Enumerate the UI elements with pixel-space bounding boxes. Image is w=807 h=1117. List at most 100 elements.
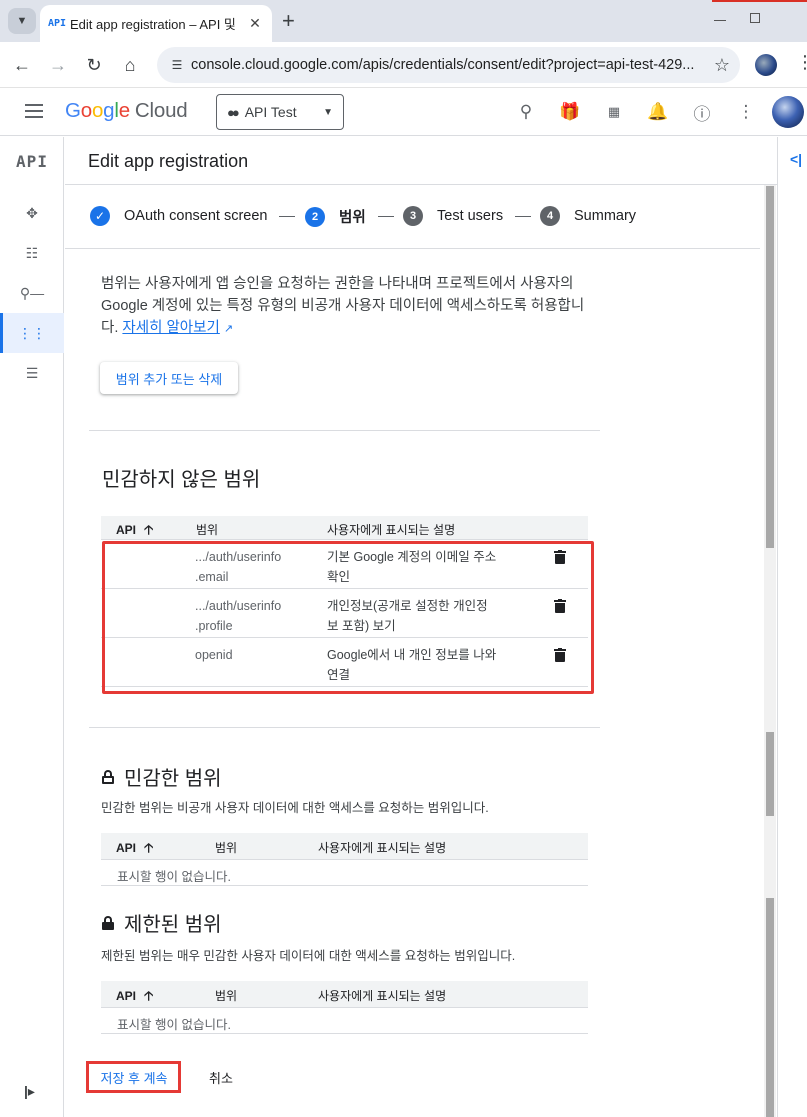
scope-text: .email	[195, 570, 229, 584]
notifications-icon[interactable]: 🔔	[646, 100, 670, 124]
console-header: Google Cloud ●● API Test ▼ ⚲ 🎁 ▦ 🔔 ⓘ ⋮	[0, 88, 807, 136]
step-separator	[378, 216, 394, 217]
table-row: openid Google에서 내 개인 정보를 나와 연결	[101, 638, 588, 687]
scope-cell: .../auth/userinfo .email	[195, 547, 281, 587]
site-info-icon[interactable]: ☰	[157, 58, 191, 72]
page-usage-icon[interactable]: ☰	[0, 353, 64, 393]
step-label: Test users	[437, 208, 504, 224]
divider	[89, 727, 600, 728]
scope-cell: .../auth/userinfo .profile	[195, 596, 281, 636]
scope-text: openid	[195, 648, 233, 662]
stepper: ✓ OAuth consent screen 2 범위 3 Test users…	[65, 185, 760, 249]
arrow-up-icon: 🡡	[144, 840, 154, 855]
scrollbar-thumb[interactable]	[766, 898, 774, 1117]
lock-icon	[102, 915, 114, 930]
close-icon[interactable]: ✕	[246, 15, 264, 32]
scrollbar-thumb[interactable]	[766, 732, 774, 816]
forward-icon[interactable]: →	[44, 51, 72, 79]
arrow-up-icon: 🡡	[144, 988, 154, 1003]
step-label: Summary	[574, 208, 637, 224]
non-sensitive-scopes-table: API 🡡 범위 사용자에게 표시되는 설명 .../auth/userinfo.…	[101, 516, 588, 687]
column-header-description: 사용자에게 표시되는 설명	[318, 989, 447, 1003]
dashboard-icon[interactable]: ✥	[0, 193, 64, 233]
new-tab-icon[interactable]: +	[282, 8, 295, 34]
tab-title: Edit app registration – API 및	[70, 17, 236, 32]
column-header-scope: 범위	[196, 523, 219, 537]
profile-avatar[interactable]	[755, 54, 777, 76]
cancel-button[interactable]: 취소	[196, 1065, 246, 1089]
minimize-icon[interactable]	[714, 20, 726, 21]
maximize-icon[interactable]	[750, 13, 760, 23]
step-oauth-consent[interactable]: ✓ OAuth consent screen	[90, 206, 267, 226]
gift-icon[interactable]: 🎁	[558, 100, 582, 124]
restricted-scopes-table: API 🡡 범위 사용자에게 표시되는 설명 표시할 행이 없습니다.	[101, 981, 588, 1034]
description-cell: 개인정보(공개로 설정한 개인정 보 포함) 보기	[327, 596, 488, 636]
description-cell: 기본 Google 계정의 이메일 주소 확인	[327, 547, 496, 587]
description-text: 기본 Google 계정의 이메일 주소	[327, 550, 497, 564]
page-title: Edit app registration	[88, 151, 249, 171]
chevron-down-icon: ▼	[323, 106, 333, 118]
panel-collapse-icon[interactable]: <|	[790, 151, 802, 167]
delete-icon[interactable]	[554, 648, 566, 662]
scope-text: .profile	[195, 619, 233, 633]
logo-letter: o	[80, 99, 92, 122]
project-icon: ●●	[227, 104, 240, 120]
add-remove-scopes-button[interactable]: 범위 추가 또는 삭제	[100, 362, 238, 394]
column-label: API	[116, 989, 137, 1003]
step-separator	[515, 216, 531, 217]
avatar[interactable]	[772, 96, 804, 128]
home-icon[interactable]: ⌂	[116, 51, 144, 79]
browser-toolbar: ← → ↻ ⌂ ☰ console.cloud.google.com/apis/…	[0, 42, 807, 88]
search-icon[interactable]: ⚲	[514, 100, 538, 124]
expand-rail-icon[interactable]: |▸	[24, 1083, 35, 1100]
help-icon[interactable]: ⓘ	[690, 100, 714, 124]
description-text: 개인정보(공개로 설정한 개인정	[327, 599, 488, 613]
step-number: 2	[305, 206, 325, 227]
non-sensitive-scopes-title: 민감하지 않은 범위	[102, 463, 260, 492]
step-scopes[interactable]: 2 범위	[305, 206, 366, 227]
column-header-api[interactable]: API 🡡	[116, 839, 153, 861]
scrollbar-thumb[interactable]	[766, 186, 774, 548]
scopes-intro: 범위는 사용자에게 앱 승인을 요청하는 권한을 나타내며 프로젝트에서 사용자…	[101, 273, 593, 340]
kebab-menu-icon[interactable]: ⋮	[796, 52, 807, 73]
column-header-api[interactable]: API 🡡	[116, 987, 153, 1009]
tab-search-icon[interactable]: ▼	[8, 8, 36, 34]
step-number: 4	[540, 206, 560, 226]
column-header-description: 사용자에게 표시되는 설명	[327, 523, 456, 537]
section-title-text: 제한된 범위	[124, 914, 222, 936]
left-nav-rail: API ✥ ☷ ⚲— ⋮⋮ ☰ |▸	[0, 137, 64, 1117]
step-test-users[interactable]: 3 Test users	[403, 206, 503, 226]
learn-more-link[interactable]: 자세히 알아보기	[122, 320, 219, 336]
oauth-consent-icon[interactable]: ⋮⋮	[0, 313, 64, 353]
delete-icon[interactable]	[554, 599, 566, 613]
column-label: API	[116, 841, 137, 855]
logo-letter: g	[103, 99, 115, 122]
step-number: 3	[403, 206, 423, 226]
credentials-key-icon[interactable]: ⚲—	[0, 273, 64, 313]
project-picker[interactable]: ●● API Test ▼	[216, 94, 344, 130]
reload-icon[interactable]: ↻	[80, 51, 108, 79]
google-cloud-logo[interactable]: Google Cloud	[65, 99, 188, 123]
browser-tab[interactable]: API Edit app registration – API 및 ✕	[40, 5, 272, 42]
step-summary[interactable]: 4 Summary	[540, 206, 636, 226]
right-side-panel: <|	[777, 137, 807, 1117]
project-name: API Test	[244, 104, 297, 120]
table-row: .../auth/userinfo .profile 개인정보(공개로 설정한 개…	[101, 589, 588, 638]
table-header: API 🡡 범위 사용자에게 표시되는 설명	[101, 981, 588, 1008]
step-label: OAuth consent screen	[124, 208, 268, 224]
table-header: API 🡡 범위 사용자에게 표시되는 설명	[101, 516, 588, 540]
description-text: Google에서 내 개인 정보를 나와	[327, 648, 497, 662]
library-icon[interactable]: ☷	[0, 233, 64, 273]
menu-icon[interactable]	[22, 100, 46, 124]
save-and-continue-button[interactable]: 저장 후 계속	[92, 1065, 176, 1089]
lock-open-icon	[102, 769, 114, 784]
bookmark-star-icon[interactable]: ☆	[704, 55, 740, 76]
restricted-scopes-description: 제한된 범위는 매우 민감한 사용자 데이터에 대한 액세스를 요청하는 범위입…	[101, 949, 516, 963]
delete-icon[interactable]	[554, 550, 566, 564]
more-vert-icon[interactable]: ⋮	[734, 100, 758, 124]
address-bar[interactable]: ☰ console.cloud.google.com/apis/credenti…	[157, 47, 740, 83]
column-header-scope: 범위	[215, 841, 238, 855]
api-product-icon[interactable]: API	[0, 137, 64, 185]
cloud-shell-icon[interactable]: ▦	[602, 100, 626, 124]
back-icon[interactable]: ←	[8, 51, 36, 79]
